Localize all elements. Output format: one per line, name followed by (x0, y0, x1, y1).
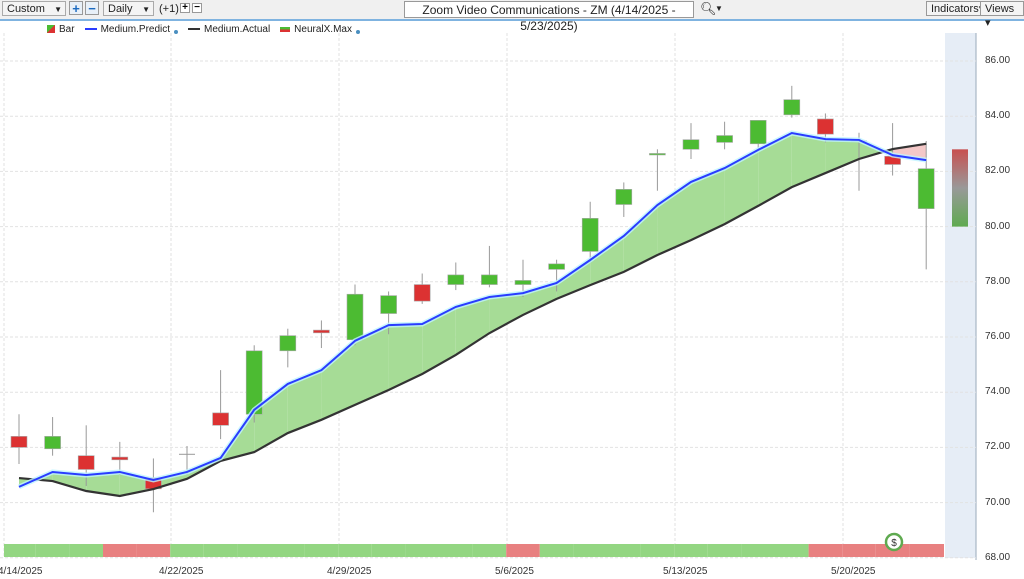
candle-body (212, 412, 229, 426)
signal-segment (439, 544, 473, 557)
candle-body (313, 329, 330, 334)
forecast-zone (945, 33, 976, 558)
y-tick-label: 70.00 (985, 496, 1011, 508)
signal-segment (607, 544, 641, 557)
candle-body (413, 284, 431, 302)
x-tick-label: 4/14/2025 (0, 566, 43, 577)
candle-body (279, 335, 297, 352)
candle-body (346, 293, 364, 341)
band-segment (825, 139, 859, 174)
signal-segment (506, 544, 540, 557)
dollar-badge-icon: $ (884, 532, 904, 552)
signal-segment (842, 544, 876, 557)
candle (413, 273, 431, 304)
candle (279, 328, 297, 368)
signal-segment (741, 544, 775, 557)
y-tick-label: 86.00 (985, 55, 1011, 66)
signal-segment (808, 544, 843, 557)
signal-segment (170, 544, 204, 557)
signal-segment (237, 544, 271, 557)
candle (313, 320, 330, 349)
y-tick-label: 78.00 (985, 275, 1011, 287)
signal-segment (640, 544, 675, 557)
signal-segment (539, 544, 574, 557)
y-tick-label: 72.00 (985, 441, 1011, 453)
signal-segment (707, 544, 742, 557)
y-tick-label: 82.00 (985, 165, 1011, 177)
x-tick-label: 5/13/2025 (663, 566, 708, 577)
badge-text: $ (891, 538, 897, 549)
candle-body (749, 120, 767, 145)
signal-segment (304, 544, 339, 557)
candle (615, 182, 633, 217)
y-tick-label: 80.00 (985, 220, 1011, 232)
signal-segment (405, 544, 439, 557)
band-segment (489, 293, 523, 334)
x-tick-label: 5/20/2025 (831, 566, 876, 577)
candle-body (917, 168, 935, 209)
y-tick-label: 76.00 (985, 331, 1011, 342)
candle-body (649, 153, 666, 156)
forecast-range-bar (952, 149, 968, 227)
candle-body (783, 99, 801, 116)
signal-segment (203, 544, 238, 557)
candle-body (44, 436, 61, 450)
signal-segment (69, 544, 103, 557)
signal-segment (775, 544, 809, 557)
candle (212, 370, 229, 440)
candle (716, 121, 733, 150)
signal-segment (4, 544, 36, 557)
signal-segment (909, 544, 944, 557)
x-tick-label: 5/6/2025 (495, 566, 534, 577)
signal-segment (271, 544, 305, 557)
candle-body (817, 118, 834, 135)
signal-segment (136, 544, 171, 557)
signal-segment (371, 544, 406, 557)
candle (682, 123, 700, 159)
signal-segment (472, 544, 507, 557)
x-tick-label: 4/22/2025 (159, 566, 204, 577)
candle-body (447, 274, 465, 285)
candle (44, 417, 61, 456)
signal-segment (35, 544, 70, 557)
signal-segment (674, 544, 708, 557)
signal-segment (103, 544, 137, 557)
candle-body (111, 456, 129, 461)
candle-body (682, 139, 700, 150)
band-segment (623, 205, 658, 272)
signal-segment (573, 544, 607, 557)
candle-body (10, 436, 28, 448)
candle-body (615, 189, 633, 205)
candle-body (481, 274, 498, 285)
candle-body (514, 280, 532, 285)
x-tick-label: 4/29/2025 (327, 566, 372, 577)
candle (10, 414, 28, 464)
signal-segment (338, 544, 372, 557)
candle-body (548, 263, 565, 270)
candle-body (380, 295, 397, 314)
candle (145, 458, 162, 513)
y-tick-label: 84.00 (985, 110, 1011, 122)
candle (649, 149, 666, 191)
y-tick-label: 74.00 (985, 386, 1011, 398)
candle (447, 262, 465, 291)
candle-body (581, 218, 599, 252)
candle-body (77, 455, 95, 470)
y-tick-label: 68.00 (985, 551, 1011, 563)
candle (481, 245, 498, 288)
price-chart[interactable]: $ (0, 0, 1024, 579)
band-segment (388, 324, 423, 390)
candle (783, 85, 801, 118)
candle-body (716, 135, 733, 143)
